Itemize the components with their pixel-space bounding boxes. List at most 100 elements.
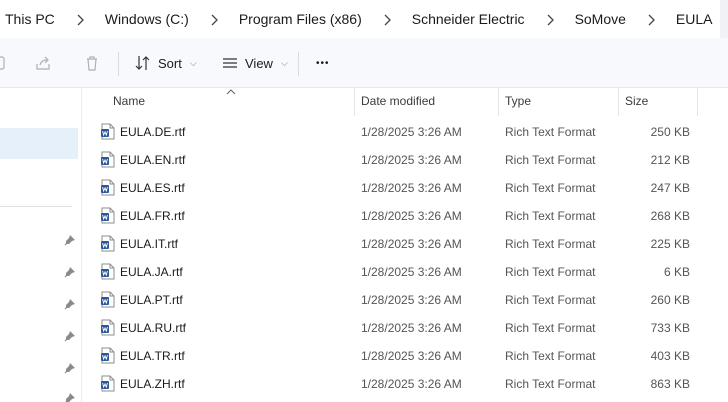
file-type: Rich Text Format: [505, 265, 596, 279]
breadcrumb-schneider-electric[interactable]: Schneider Electric: [410, 11, 527, 27]
file-size: 403 KB: [650, 349, 690, 363]
file-type: Rich Text Format: [505, 349, 596, 363]
breadcrumb-this-pc[interactable]: This PC: [3, 11, 57, 27]
word-document-icon: [101, 263, 115, 280]
file-type: Rich Text Format: [505, 153, 596, 167]
pin-icon[interactable]: [64, 362, 76, 374]
file-name: EULA.PT.rtf: [120, 293, 183, 307]
file-size: 212 KB: [650, 153, 690, 167]
sort-icon: [135, 56, 150, 70]
file-name: EULA.IT.rtf: [120, 237, 179, 251]
file-name: EULA.FR.rtf: [120, 209, 185, 223]
file-size: 6 KB: [663, 265, 690, 279]
file-row[interactable]: EULA.EN.rtf 1/28/2025 3:26 AM Rich Text …: [82, 146, 728, 174]
file-explorer-window: This PC Windows (C:) Program Files (x86)…: [0, 0, 728, 402]
pin-icon[interactable]: [64, 266, 76, 278]
column-header-date-modified[interactable]: Date modified: [361, 94, 435, 108]
file-row[interactable]: EULA.ES.rtf 1/28/2025 3:26 AM Rich Text …: [82, 174, 728, 202]
file-size: 260 KB: [650, 293, 690, 307]
file-size: 247 KB: [650, 181, 690, 195]
pin-icon[interactable]: [64, 298, 76, 310]
breadcrumb-somove[interactable]: SoMove: [573, 11, 628, 27]
file-date-modified: 1/28/2025 3:26 AM: [361, 125, 462, 139]
word-document-icon: [101, 179, 115, 196]
file-row[interactable]: EULA.ZH.rtf 1/28/2025 3:26 AM Rich Text …: [82, 370, 728, 398]
file-size: 225 KB: [650, 237, 690, 251]
word-document-icon: [101, 319, 115, 336]
breadcrumb-windows-c[interactable]: Windows (C:): [103, 11, 191, 27]
word-document-icon: [101, 235, 115, 252]
file-row[interactable]: EULA.FR.rtf 1/28/2025 3:26 AM Rich Text …: [82, 202, 728, 230]
pin-icon[interactable]: [64, 234, 76, 246]
chevron-right-icon[interactable]: [191, 12, 237, 26]
file-row[interactable]: EULA.TR.rtf 1/28/2025 3:26 AM Rich Text …: [82, 342, 728, 370]
pin-icon[interactable]: [64, 392, 76, 402]
file-row[interactable]: EULA.RU.rtf 1/28/2025 3:26 AM Rich Text …: [82, 314, 728, 342]
sort-ascending-icon: [226, 89, 236, 95]
word-document-icon: [101, 291, 115, 308]
breadcrumb: This PC Windows (C:) Program Files (x86)…: [0, 0, 728, 38]
file-type: Rich Text Format: [505, 209, 596, 223]
delete-icon[interactable]: [83, 54, 101, 72]
word-document-icon: [101, 207, 115, 224]
column-separator[interactable]: [498, 88, 499, 116]
file-row[interactable]: EULA.IT.rtf 1/28/2025 3:26 AM Rich Text …: [82, 230, 728, 258]
word-document-icon: [101, 123, 115, 140]
file-type: Rich Text Format: [505, 293, 596, 307]
file-name: EULA.TR.rtf: [120, 349, 185, 363]
breadcrumb-eula[interactable]: EULA: [674, 11, 715, 27]
file-type: Rich Text Format: [505, 125, 596, 139]
file-type: Rich Text Format: [505, 237, 596, 251]
breadcrumb-program-files-x86[interactable]: Program Files (x86): [237, 11, 364, 27]
column-header-row: Name Date modified Type Size: [82, 88, 728, 116]
command-toolbar: Sort ⌵ View ⌵ •••: [0, 38, 728, 88]
view-list-icon: [223, 58, 237, 68]
column-separator[interactable]: [697, 88, 698, 116]
sort-button[interactable]: Sort ⌵: [134, 49, 197, 77]
file-name: EULA.DE.rtf: [120, 125, 186, 139]
chevron-right-icon[interactable]: [57, 12, 103, 26]
file-date-modified: 1/28/2025 3:26 AM: [361, 265, 462, 279]
file-name: EULA.JA.rtf: [120, 265, 183, 279]
file-row[interactable]: EULA.DE.rtf 1/28/2025 3:26 AM Rich Text …: [82, 118, 728, 146]
sort-button-label: Sort: [158, 55, 182, 71]
more-options-button[interactable]: •••: [316, 49, 330, 77]
chevron-right-icon[interactable]: [527, 12, 573, 26]
file-date-modified: 1/28/2025 3:26 AM: [361, 293, 462, 307]
view-button[interactable]: View ⌵: [221, 49, 288, 77]
column-separator[interactable]: [354, 88, 355, 116]
chevron-down-icon: ⌵: [189, 57, 197, 68]
file-list: EULA.DE.rtf 1/28/2025 3:26 AM Rich Text …: [82, 118, 728, 398]
file-row[interactable]: EULA.JA.rtf 1/28/2025 3:26 AM Rich Text …: [82, 258, 728, 286]
column-header-type[interactable]: Type: [505, 94, 531, 108]
nav-selected-item[interactable]: [0, 128, 78, 159]
column-header-size[interactable]: Size: [625, 94, 648, 108]
chevron-right-icon[interactable]: [364, 12, 410, 26]
file-date-modified: 1/28/2025 3:26 AM: [361, 209, 462, 223]
file-name: EULA.ES.rtf: [120, 181, 185, 195]
word-document-icon: [101, 375, 115, 392]
navigation-pane: [0, 88, 82, 402]
column-separator[interactable]: [618, 88, 619, 116]
chevron-right-icon[interactable]: [628, 12, 674, 26]
copy-icon[interactable]: [0, 54, 8, 72]
word-document-icon: [101, 151, 115, 168]
file-size: 733 KB: [650, 321, 690, 335]
file-name: EULA.ZH.rtf: [120, 377, 185, 391]
column-header-name[interactable]: Name: [113, 94, 145, 108]
more-options-icon: •••: [316, 57, 330, 69]
file-date-modified: 1/28/2025 3:26 AM: [361, 321, 462, 335]
nav-divider: [0, 206, 72, 207]
pin-icon[interactable]: [64, 330, 76, 342]
chevron-down-icon: ⌵: [280, 57, 288, 68]
file-date-modified: 1/28/2025 3:26 AM: [361, 377, 462, 391]
file-date-modified: 1/28/2025 3:26 AM: [361, 181, 462, 195]
file-type: Rich Text Format: [505, 377, 596, 391]
file-size: 268 KB: [650, 209, 690, 223]
toolbar-separator: [298, 52, 299, 76]
file-date-modified: 1/28/2025 3:26 AM: [361, 153, 462, 167]
share-icon[interactable]: [34, 54, 52, 72]
toolbar-separator: [118, 52, 119, 76]
address-bar-edge: [720, 0, 728, 38]
file-row[interactable]: EULA.PT.rtf 1/28/2025 3:26 AM Rich Text …: [82, 286, 728, 314]
